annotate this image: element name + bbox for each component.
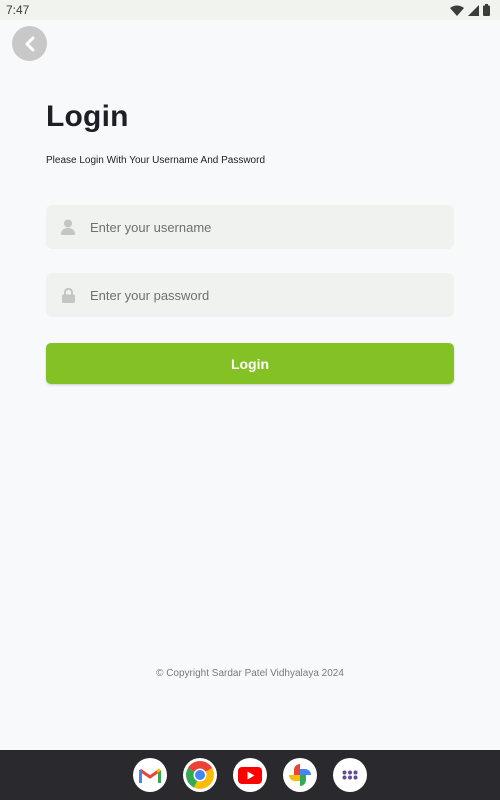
user-icon: [46, 219, 90, 235]
status-time: 7:47: [6, 3, 30, 17]
username-field[interactable]: [46, 205, 454, 249]
battery-icon: [483, 4, 490, 16]
page-title: Login: [46, 100, 129, 133]
password-field[interactable]: [46, 273, 454, 317]
username-input[interactable]: [90, 205, 454, 249]
status-bar: 7:47: [0, 0, 500, 20]
app-dock: [0, 750, 500, 800]
status-icons: [450, 4, 490, 16]
chrome-icon[interactable]: [183, 758, 217, 792]
app-drawer-icon[interactable]: [333, 758, 367, 792]
password-input[interactable]: [90, 273, 454, 317]
page-subtitle: Please Login With Your Username And Pass…: [46, 155, 266, 166]
back-button[interactable]: [12, 26, 47, 61]
chevron-left-icon: [25, 36, 34, 51]
youtube-icon[interactable]: [233, 758, 267, 792]
gmail-icon[interactable]: [133, 758, 167, 792]
wifi-icon: [450, 5, 464, 16]
signal-icon: [468, 4, 479, 16]
copyright-text: © Copyright Sardar Patel Vidhyalaya 2024: [156, 668, 344, 679]
lock-icon: [46, 287, 90, 303]
photos-icon[interactable]: [283, 758, 317, 792]
login-button[interactable]: Login: [46, 343, 454, 384]
